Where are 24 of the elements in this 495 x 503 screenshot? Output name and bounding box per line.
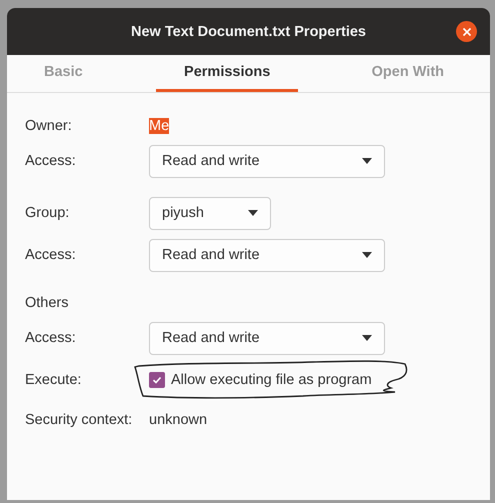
field-label: Access:: [25, 153, 77, 169]
close-button[interactable]: [456, 21, 477, 42]
checkmark-icon: [151, 374, 163, 386]
caret-icon: [362, 335, 372, 341]
field-label: Security context:: [25, 412, 134, 428]
field-label: Execute:: [25, 372, 82, 388]
close-icon: [462, 26, 472, 36]
dropdown[interactable]: Read and write: [149, 238, 385, 272]
field-label: Access:: [25, 247, 77, 263]
field-label: Access:: [25, 330, 77, 346]
tab[interactable]: Permissions: [156, 55, 298, 92]
caret-icon: [362, 158, 372, 164]
dropdown[interactable]: Read and write: [149, 322, 385, 354]
field-value: unknown: [149, 412, 208, 428]
dropdown[interactable]: piyush: [149, 196, 271, 230]
window-title: New Text Document.txt Properties: [130, 24, 366, 40]
field-label: Group:: [25, 205, 70, 221]
caret-icon: [248, 210, 258, 216]
field-label: Owner:: [25, 118, 73, 134]
checkbox[interactable]: [149, 372, 165, 388]
field-value: Me: [149, 118, 170, 134]
caret-icon: [362, 252, 372, 258]
section-label: Others: [25, 295, 70, 311]
dropdown[interactable]: Read and write: [149, 144, 385, 178]
